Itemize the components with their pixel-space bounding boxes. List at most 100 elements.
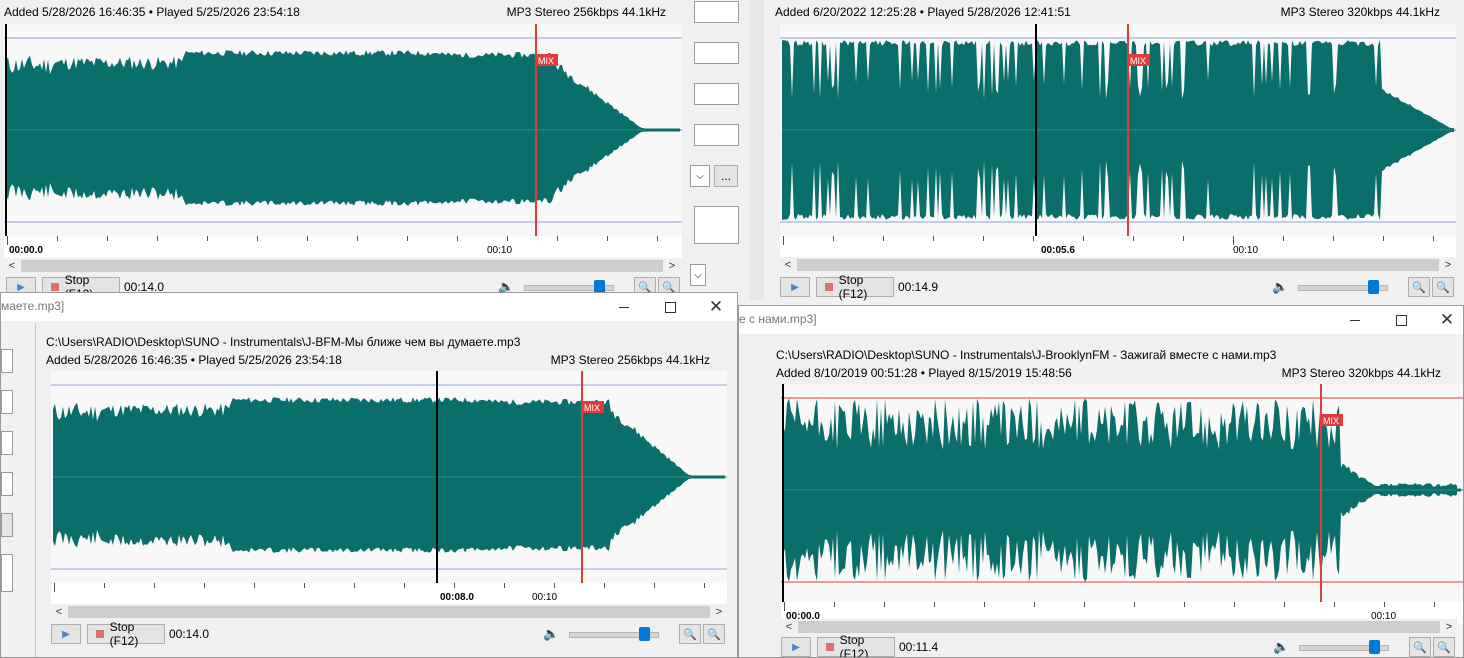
- close-icon[interactable]: ✕: [693, 293, 737, 321]
- zoom-in-icon: 🔍: [1437, 641, 1451, 654]
- format-info: MP3 Stereo 256kbps 44.1kHz: [506, 5, 666, 19]
- maximize-icon[interactable]: [1378, 306, 1424, 334]
- transport-controls: ▶ Stop (F12) 00:14.0 🔈 🔍 🔍: [51, 620, 731, 648]
- title-bar[interactable]: е с нами.mp3] ✕: [739, 306, 1463, 334]
- notes-field[interactable]: [1, 554, 13, 592]
- stop-icon: [826, 643, 834, 651]
- zoom-out-button[interactable]: 🔍: [679, 624, 701, 644]
- notes-field[interactable]: [694, 206, 739, 244]
- minimize-icon[interactable]: [601, 293, 647, 321]
- window-title: маете.mp3]: [1, 299, 65, 313]
- scroll-left-icon[interactable]: <: [780, 257, 796, 273]
- scroll-right-icon[interactable]: >: [664, 258, 680, 274]
- text-field[interactable]: [694, 124, 739, 146]
- stop-button[interactable]: Stop (F12): [87, 620, 165, 648]
- ruler-tick: [657, 236, 658, 241]
- ruler-tick: [357, 236, 358, 241]
- time-ruler: 00:05.6 00:10: [780, 236, 1456, 258]
- player-window-2: Added 6/20/2022 12:25:28 • Played 5/28/2…: [764, 0, 1464, 302]
- time-ruler: 00:00.0 00:10: [4, 236, 682, 258]
- waveform-shape: [6, 50, 644, 206]
- zoom-in-icon: 🔍: [707, 628, 721, 641]
- ruler-tick: [1334, 602, 1335, 607]
- close-icon[interactable]: ✕: [1424, 306, 1463, 334]
- zoom-in-button[interactable]: 🔍: [703, 624, 725, 644]
- ruler-tick: [54, 583, 55, 592]
- speaker-icon[interactable]: 🔈: [543, 626, 559, 642]
- maximize-icon[interactable]: [647, 293, 693, 321]
- scroll-left-icon[interactable]: <: [781, 619, 797, 635]
- text-field[interactable]: [694, 42, 739, 64]
- ruler-tick: [1084, 602, 1085, 607]
- horizontal-scrollbar[interactable]: < >: [51, 604, 727, 620]
- horizontal-scrollbar[interactable]: < >: [780, 257, 1456, 273]
- text-field[interactable]: [694, 83, 739, 105]
- ruler-tick: [507, 236, 508, 241]
- waveform-view[interactable]: MIX: [51, 371, 727, 583]
- ruler-tick: [554, 583, 555, 588]
- player-window-3: маете.mp3] ✕ C:\Users\RADIO\Desktop\SUNO…: [0, 292, 738, 658]
- play-button[interactable]: ▶: [51, 624, 81, 644]
- title-bar[interactable]: маете.mp3] ✕: [1, 293, 737, 321]
- scroll-right-icon[interactable]: >: [1440, 257, 1456, 273]
- zoom-out-icon: 🔍: [1413, 641, 1427, 654]
- waveform-view[interactable]: MIX: [781, 384, 1463, 602]
- speaker-icon[interactable]: 🔈: [1272, 279, 1288, 295]
- ruler-tick: [1383, 236, 1384, 241]
- speaker-icon[interactable]: 🔈: [1273, 639, 1289, 655]
- dropdown[interactable]: ⌵: [690, 264, 706, 286]
- scroll-left-icon[interactable]: <: [4, 258, 20, 274]
- ruler-tick: [1133, 236, 1134, 241]
- horizontal-scrollbar[interactable]: < >: [4, 258, 680, 274]
- ruler-tick: [1284, 602, 1285, 607]
- scroll-right-icon[interactable]: >: [711, 604, 727, 620]
- duration-label: 00:14.0: [169, 627, 210, 641]
- text-field[interactable]: [1, 431, 13, 455]
- scroll-track[interactable]: [798, 621, 1440, 633]
- text-field[interactable]: [1, 390, 13, 414]
- stop-label: Stop (F12): [839, 633, 869, 658]
- play-button[interactable]: ▶: [780, 277, 810, 297]
- volume-slider[interactable]: [1299, 637, 1389, 657]
- zoom-out-button[interactable]: 🔍: [1409, 637, 1431, 657]
- scroll-left-icon[interactable]: <: [51, 604, 67, 620]
- ruler-tick: [934, 602, 935, 607]
- play-button[interactable]: ▶: [781, 637, 811, 657]
- minimize-icon[interactable]: [1332, 306, 1378, 334]
- stop-button[interactable]: Stop (F12): [817, 633, 895, 657]
- zoom-in-button[interactable]: 🔍: [1432, 277, 1454, 297]
- stop-icon: [825, 283, 833, 291]
- format-info: MP3 Stereo 256kbps 44.1kHz: [550, 353, 710, 367]
- scroll-track[interactable]: [21, 260, 663, 272]
- ruler-tick: [1033, 236, 1034, 241]
- added-played-info: Added 5/28/2026 16:46:35 • Played 5/25/2…: [46, 353, 342, 367]
- scroll-right-icon[interactable]: >: [1441, 619, 1457, 635]
- zoom-in-button[interactable]: 🔍: [1433, 637, 1455, 657]
- waveform-view[interactable]: MIX: [780, 24, 1456, 236]
- scroll-track[interactable]: [797, 259, 1439, 271]
- ruler-tick: [154, 583, 155, 588]
- zoom-in-icon: 🔍: [1436, 281, 1450, 294]
- browse-button[interactable]: ...: [714, 165, 738, 187]
- scroll-track[interactable]: [68, 606, 710, 618]
- ruler-tick: [1233, 236, 1234, 245]
- dropdown[interactable]: [1, 513, 13, 537]
- text-field[interactable]: [694, 1, 739, 23]
- volume-slider[interactable]: [1298, 277, 1388, 297]
- text-field[interactable]: [1, 349, 13, 373]
- text-field[interactable]: [1, 472, 13, 496]
- mix-label: MIX: [1130, 56, 1146, 66]
- volume-slider[interactable]: [569, 624, 659, 644]
- stop-button[interactable]: Stop (F12): [816, 273, 894, 301]
- zoom-out-button[interactable]: 🔍: [1408, 277, 1430, 297]
- ruler-tick: [107, 236, 108, 241]
- waveform-view[interactable]: MIX: [4, 24, 682, 236]
- dropdown[interactable]: ⌵: [690, 165, 710, 187]
- ruler-tick: [1183, 236, 1184, 241]
- position-label: 00:08.0: [440, 592, 474, 603]
- transport-controls: ▶ Stop (F12) 00:11.4 🔈 🔍 🔍: [781, 633, 1461, 657]
- waveform-shape: [53, 397, 691, 553]
- ruler-tick: [504, 583, 505, 588]
- ruler-tick: [833, 236, 834, 241]
- ruler-tick: [7, 236, 8, 245]
